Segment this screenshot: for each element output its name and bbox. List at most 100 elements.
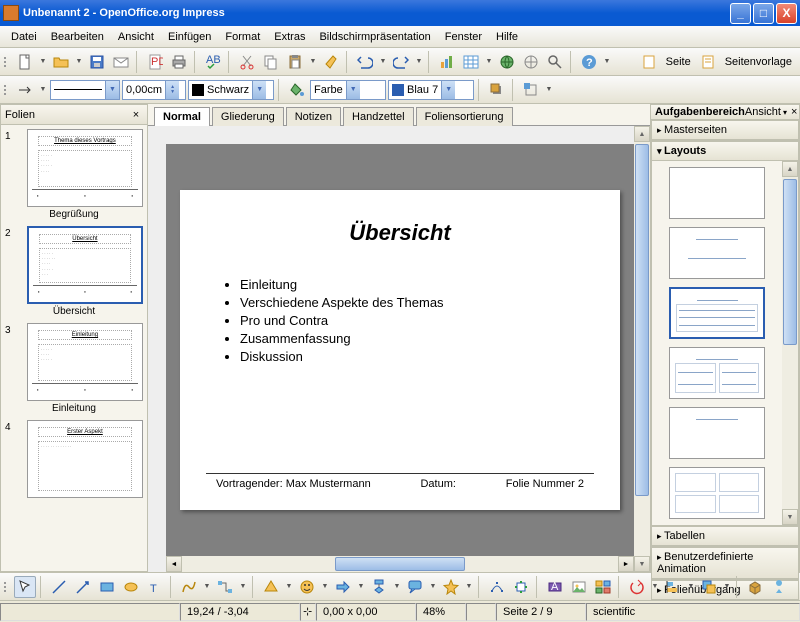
section-layouts[interactable]: Layouts	[652, 142, 798, 161]
tab-notizen[interactable]: Notizen	[286, 107, 341, 126]
line-width-field[interactable]: 0,00cm▲▼	[122, 80, 186, 100]
menu-fenster[interactable]: Fenster	[439, 28, 488, 46]
toolbar-grip[interactable]	[4, 53, 10, 71]
line-color-select[interactable]: Schwarz▼	[188, 80, 274, 100]
menu-hilfe[interactable]: Hilfe	[490, 28, 524, 46]
section-animation[interactable]: Benutzerdefinierte Animation	[652, 548, 798, 579]
zoom-icon[interactable]	[544, 51, 566, 73]
ellipse-tool-icon[interactable]	[120, 576, 142, 598]
redo-dropdown[interactable]: ▼	[414, 51, 424, 73]
callouts-icon[interactable]	[404, 576, 426, 598]
stars-icon[interactable]	[440, 576, 462, 598]
close-button[interactable]: X	[776, 3, 797, 24]
slide-thumb-2[interactable]: 2Übersicht· · · · ·· · · · · ·· · · ·· ·…	[5, 226, 143, 317]
table-dropdown[interactable]: ▼	[484, 51, 494, 73]
extrusion-icon[interactable]	[744, 576, 766, 598]
flowchart-dropdown[interactable]: ▼	[392, 576, 402, 598]
slide-title[interactable]: Übersicht	[206, 210, 594, 264]
hyperlink-icon[interactable]	[496, 51, 518, 73]
menu-bearbeiten[interactable]: Bearbeiten	[45, 28, 110, 46]
menu-bildschirmpraesentation[interactable]: Bildschirmpräsentation	[313, 28, 436, 46]
table-icon[interactable]	[460, 51, 482, 73]
open-dropdown[interactable]: ▼	[74, 51, 84, 73]
toolbar-grip[interactable]	[4, 81, 10, 99]
layout-two-content[interactable]	[669, 347, 765, 399]
status-zoom[interactable]: 48%	[416, 603, 466, 621]
tab-foliensortierung[interactable]: Foliensortierung	[416, 107, 513, 126]
cut-icon[interactable]	[236, 51, 258, 73]
new-dropdown[interactable]: ▼	[38, 51, 48, 73]
interaction-icon[interactable]	[768, 576, 790, 598]
paste-icon[interactable]	[284, 51, 306, 73]
menu-extras[interactable]: Extras	[268, 28, 311, 46]
help-icon[interactable]: ?	[578, 51, 600, 73]
page-template-icon[interactable]	[697, 51, 719, 73]
export-pdf-icon[interactable]: PDF	[144, 51, 166, 73]
maximize-button[interactable]: □	[753, 3, 774, 24]
task-view-link[interactable]: Ansicht	[745, 106, 781, 118]
undo-dropdown[interactable]: ▼	[378, 51, 388, 73]
rotate-icon[interactable]	[626, 576, 648, 598]
callouts-dropdown[interactable]: ▼	[428, 576, 438, 598]
page-icon[interactable]	[638, 51, 660, 73]
task-panel-close-icon[interactable]: ×	[791, 105, 797, 119]
arrow-line-tool-icon[interactable]	[72, 576, 94, 598]
tab-handzettel[interactable]: Handzettel	[343, 107, 414, 126]
help-dropdown[interactable]: ▼	[602, 51, 612, 73]
align-icon[interactable]	[662, 576, 684, 598]
task-view-dropdown-icon[interactable]: ▾	[783, 108, 787, 117]
layout-title-content[interactable]	[669, 287, 765, 339]
block-arrows-dropdown[interactable]: ▼	[356, 576, 366, 598]
symbol-shapes-dropdown[interactable]: ▼	[320, 576, 330, 598]
tab-normal[interactable]: Normal	[154, 107, 210, 126]
slide-thumb-1[interactable]: 1Thema dieses Vortrags· · · · ·· · · ·· …	[5, 129, 143, 220]
arrange-dropdown[interactable]: ▼	[722, 576, 732, 598]
layout-title-only[interactable]	[669, 407, 765, 459]
email-icon[interactable]	[110, 51, 132, 73]
redo-icon[interactable]	[390, 51, 412, 73]
format-paintbrush-icon[interactable]	[320, 51, 342, 73]
open-icon[interactable]	[50, 51, 72, 73]
rectangle-tool-icon[interactable]	[96, 576, 118, 598]
chart-icon[interactable]	[436, 51, 458, 73]
page-link[interactable]: Seite	[662, 56, 695, 68]
page-template-link[interactable]: Seitenvorlage	[721, 56, 796, 68]
fill-type-select[interactable]: Farbe▼	[310, 80, 386, 100]
menu-format[interactable]: Format	[219, 28, 266, 46]
navigator-icon[interactable]	[520, 51, 542, 73]
minimize-button[interactable]: _	[730, 3, 751, 24]
from-file-icon[interactable]	[568, 576, 590, 598]
copy-icon[interactable]	[260, 51, 282, 73]
layout-title[interactable]	[669, 227, 765, 279]
slide-thumb-3[interactable]: 3Einleitung· · · · ·· · · ·· · · · ····E…	[5, 323, 143, 414]
new-document-icon[interactable]	[14, 51, 36, 73]
fill-color-select[interactable]: Blau 7▼	[388, 80, 474, 100]
arrow-style-dropdown[interactable]: ▼	[38, 79, 48, 101]
print-icon[interactable]	[168, 51, 190, 73]
paste-dropdown[interactable]: ▼	[308, 51, 318, 73]
points-icon[interactable]	[486, 576, 508, 598]
stars-dropdown[interactable]: ▼	[464, 576, 474, 598]
arrow-style-icon[interactable]	[14, 79, 36, 101]
menu-datei[interactable]: Datei	[5, 28, 43, 46]
block-arrows-icon[interactable]	[332, 576, 354, 598]
rotate-dropdown[interactable]: ▼	[650, 576, 660, 598]
shadow-icon[interactable]	[486, 79, 508, 101]
slides-panel-close-icon[interactable]: ×	[129, 108, 143, 122]
flowchart-icon[interactable]	[368, 576, 390, 598]
fontwork-icon[interactable]: A	[544, 576, 566, 598]
layout-2x2[interactable]	[669, 467, 765, 519]
layout-blank[interactable]	[669, 167, 765, 219]
layouts-scrollbar[interactable]: ▲▼	[782, 161, 798, 525]
line-style-select[interactable]: ▼	[50, 80, 120, 100]
slide-thumb-4[interactable]: 4Erster Aspekt· · · · · · · · · · · · ·	[5, 420, 143, 498]
select-tool-icon[interactable]	[14, 576, 36, 598]
menu-ansicht[interactable]: Ansicht	[112, 28, 160, 46]
arrange-icon[interactable]	[698, 576, 720, 598]
curve-dropdown[interactable]: ▼	[202, 576, 212, 598]
vertical-scrollbar[interactable]: ▲▼	[634, 126, 650, 572]
basic-shapes-icon[interactable]	[260, 576, 282, 598]
horizontal-scrollbar[interactable]: ◄►	[166, 556, 634, 572]
section-masterseiten[interactable]: Masterseiten	[652, 121, 798, 140]
align-dropdown[interactable]: ▼	[686, 576, 696, 598]
